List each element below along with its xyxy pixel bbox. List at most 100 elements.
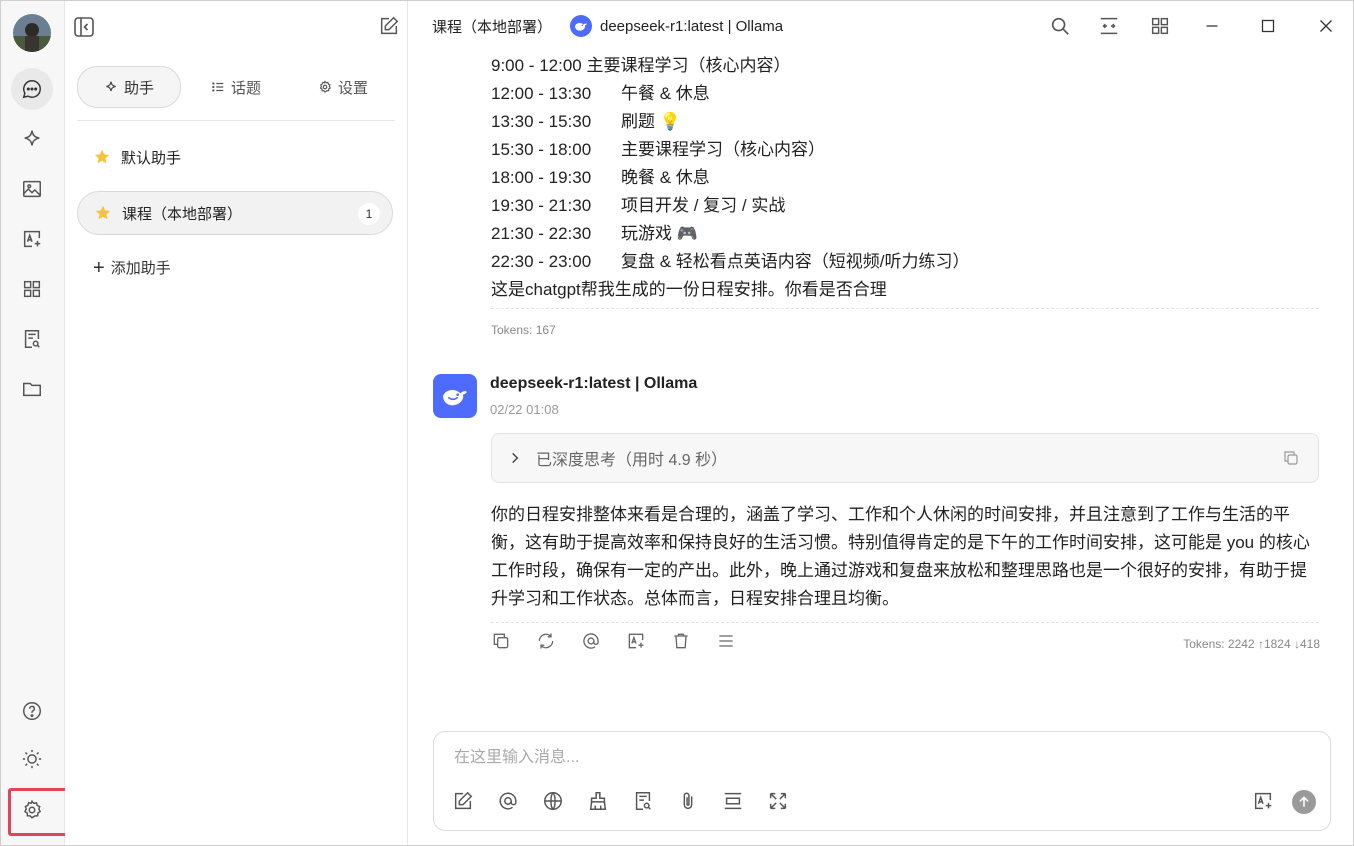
close-button[interactable] — [1315, 15, 1337, 37]
globe-icon[interactable] — [542, 790, 564, 812]
send-button[interactable] — [1292, 790, 1316, 814]
maximize-button[interactable] — [1257, 15, 1279, 37]
gear-icon — [319, 80, 331, 93]
knowledge-nav-button[interactable] — [11, 318, 53, 360]
help-icon — [23, 702, 41, 720]
schedule-line: 12:00 - 13:30 午餐 & 休息 — [491, 79, 710, 104]
new-topic-button[interactable] — [378, 15, 400, 37]
thinking-toggle[interactable]: 已深度思考（用时 4.9 秒） — [491, 433, 1319, 483]
translate-nav-button[interactable] — [11, 218, 53, 260]
files-nav-button[interactable] — [11, 368, 53, 410]
theme-button[interactable] — [11, 738, 53, 780]
copy-icon[interactable] — [491, 631, 511, 651]
schedule-time: 18:00 - 19:30 — [491, 168, 592, 187]
chat-icon — [22, 80, 41, 99]
maximize-icon — [1261, 19, 1275, 33]
translate-icon — [23, 230, 41, 248]
translate-icon[interactable] — [1252, 790, 1274, 812]
schedule-line: 18:00 - 19:30 晚餐 & 休息 — [491, 163, 710, 188]
icon-rail — [1, 1, 73, 845]
agents-nav-button[interactable] — [11, 118, 53, 160]
deepseek-logo-icon — [570, 15, 592, 37]
attachment-icon[interactable] — [677, 790, 699, 812]
regenerate-icon[interactable] — [536, 631, 556, 651]
message-input[interactable] — [452, 744, 1296, 772]
knowledge-icon[interactable] — [632, 790, 654, 812]
apps-icon — [23, 280, 41, 298]
minimize-icon — [1206, 25, 1218, 27]
layout-button[interactable] — [1149, 15, 1171, 37]
search-button[interactable] — [1049, 15, 1071, 37]
bot-avatar — [433, 374, 477, 418]
new-topic-icon[interactable] — [452, 790, 474, 812]
assistant-name: 默认助手 — [121, 149, 182, 167]
schedule-line: 9:00 - 12:00 主要课程学习（核心内容） — [491, 51, 790, 76]
topic-count-badge: 1 — [358, 203, 380, 225]
tab-assistants[interactable]: 助手 — [77, 66, 181, 108]
schedule-line: 13:30 - 15:30 刷题 💡 — [491, 107, 681, 132]
list-icon — [212, 82, 224, 92]
assistant-item-course[interactable]: 课程（本地部署） 1 — [77, 191, 393, 235]
schedule-time: 19:30 - 21:30 — [491, 196, 592, 215]
bot-name: deepseek-r1:latest | Ollama — [490, 375, 698, 392]
message-actions — [491, 631, 736, 651]
image-icon — [23, 180, 41, 198]
add-assistant-button[interactable]: + 添加助手 — [93, 257, 171, 278]
mention-icon[interactable] — [581, 631, 601, 651]
mention-icon[interactable] — [497, 790, 519, 812]
assistant-title: 课程（本地部署） — [432, 19, 553, 36]
narrow-mode-button[interactable] — [1098, 15, 1120, 37]
model-selector[interactable]: deepseek-r1:latest | Ollama — [570, 15, 783, 37]
paint-nav-button[interactable] — [11, 168, 53, 210]
schedule-task: 项目开发 / 复习 / 实战 — [621, 196, 786, 215]
schedule-time: 12:00 - 13:30 — [491, 84, 592, 103]
divider — [77, 120, 395, 121]
assistant-item-default[interactable]: 默认助手 — [77, 135, 393, 179]
bot-timestamp: 02/22 01:08 — [490, 402, 559, 417]
close-icon — [1320, 20, 1332, 32]
schedule-time: 21:30 - 22:30 — [491, 224, 592, 243]
schedule-line: 15:30 - 18:00 主要课程学习（核心内容） — [491, 135, 825, 160]
folder-icon — [23, 382, 41, 397]
apps-nav-button[interactable] — [11, 268, 53, 310]
chat-area: 9:00 - 12:00 主要课程学习（核心内容） 12:00 - 13:30 午… — [408, 51, 1353, 731]
theme-icon — [22, 749, 42, 769]
toggle-sidebar-button[interactable] — [72, 15, 96, 39]
sparkle-icon — [106, 81, 116, 92]
model-name: deepseek-r1:latest | Ollama — [600, 17, 784, 35]
divider — [491, 622, 1319, 623]
menu-icon[interactable] — [716, 631, 736, 651]
tab-label: 助手 — [123, 79, 154, 97]
translate-icon[interactable] — [626, 631, 646, 651]
tab-topics[interactable]: 话题 — [181, 67, 291, 107]
avatar[interactable] — [13, 14, 51, 52]
bot-tokens: Tokens: 2242 ↑1824 ↓418 — [1183, 637, 1320, 651]
app-window: 助手 话题 设置 默认助手 课程（本地部署） 1 + 添加助手 课程（本地部署）… — [0, 0, 1354, 846]
expand-icon[interactable] — [767, 790, 789, 812]
clear-icon[interactable] — [587, 790, 609, 812]
help-button[interactable] — [11, 690, 53, 732]
narrow-mode-icon — [1100, 17, 1118, 35]
schedule-line: 22:30 - 23:00 复盘 & 轻松看点英语内容（短视频/听力练习） — [491, 247, 970, 272]
sparkle-icon — [24, 130, 40, 146]
sidebar-toggle-icon — [74, 17, 94, 37]
schedule-task: 复盘 & 轻松看点英语内容（短视频/听力练习） — [621, 252, 970, 271]
schedule-task: 午餐 & 休息 — [621, 84, 710, 103]
minimize-button[interactable] — [1201, 15, 1223, 37]
bot-reply: 你的日程安排整体来看是合理的，涵盖了学习、工作和个人休闲的时间安排，并且注意到了… — [491, 505, 1310, 608]
plus-icon: + — [93, 256, 105, 279]
delete-icon[interactable] — [671, 631, 691, 651]
schedule-task: 主要课程学习（核心内容） — [621, 140, 825, 159]
knowledge-icon — [24, 330, 40, 348]
user-tokens: Tokens: 167 — [491, 323, 556, 337]
schedule-time: 13:30 - 15:30 — [491, 112, 592, 131]
schedule-task: 刷题 💡 — [621, 112, 681, 131]
copy-icon[interactable] — [1282, 449, 1300, 467]
tab-label: 设置 — [337, 79, 368, 97]
tab-settings[interactable]: 设置 — [291, 67, 395, 107]
chat-nav-button[interactable] — [11, 68, 53, 110]
context-icon[interactable] — [722, 790, 744, 812]
schedule-task: 主要课程学习（核心内容） — [586, 56, 791, 75]
grid-icon — [1151, 17, 1169, 35]
user-question: 这是chatgpt帮我生成的一份日程安排。你看是否合理 — [491, 280, 887, 299]
